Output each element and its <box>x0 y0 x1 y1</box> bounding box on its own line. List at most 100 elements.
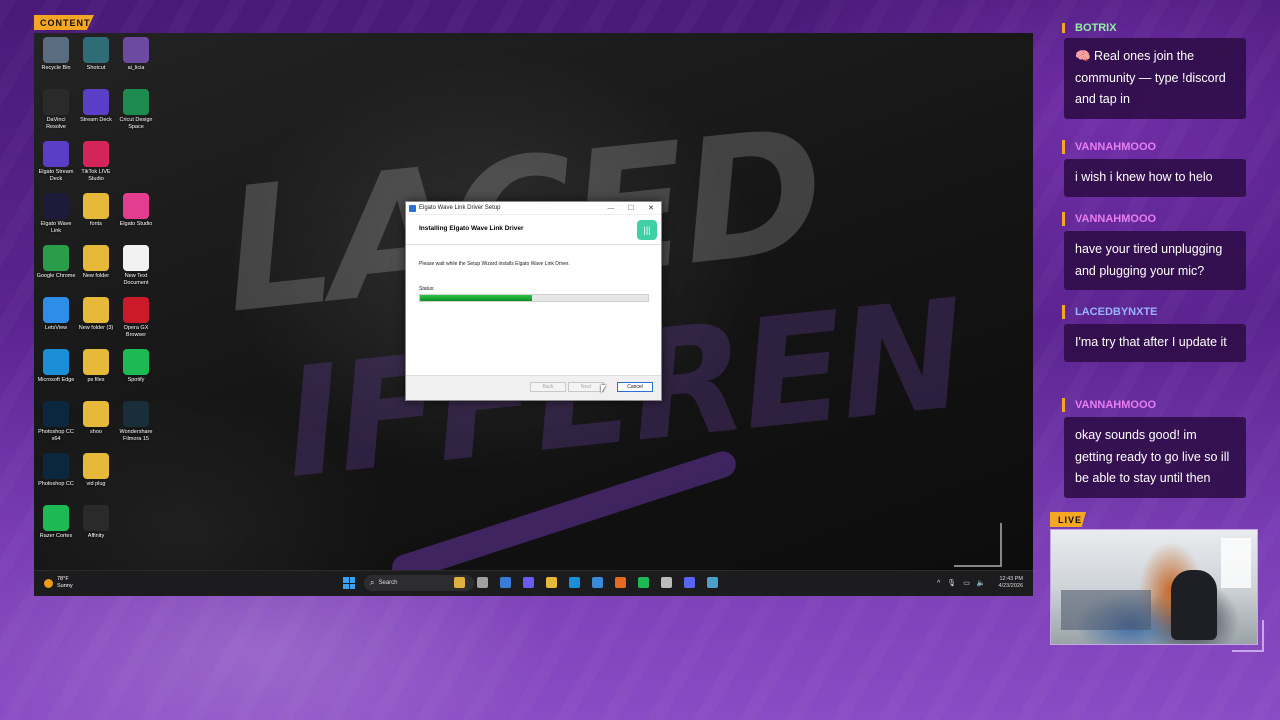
desktop-icon-label: Photoshop CC x64 <box>38 429 74 442</box>
text-document-icon <box>123 245 149 271</box>
desktop-icon[interactable]: DaVinci Resolve <box>36 89 76 131</box>
task-view-icon[interactable] <box>477 577 488 588</box>
copilot-icon[interactable] <box>523 577 534 588</box>
clock[interactable]: 12:43 PM 4/23/2026 <box>999 576 1023 590</box>
folder-icon <box>83 297 109 323</box>
desktop-icon[interactable]: vid plug <box>76 453 116 488</box>
installer-icon[interactable] <box>707 577 718 588</box>
chrome-icon <box>43 245 69 271</box>
file-explorer-icon[interactable] <box>546 577 557 588</box>
folder-icon <box>83 349 109 375</box>
chat-username: VANNAHMOOO <box>1062 212 1246 226</box>
desktop-icon[interactable]: Wondershare Filmora 15 <box>116 401 156 443</box>
affinity-icon <box>83 505 109 531</box>
desktop-icon[interactable]: Photoshop CC x64 <box>36 401 76 443</box>
settings-icon[interactable] <box>661 577 672 588</box>
desktop-icon[interactable]: Spotify <box>116 349 156 384</box>
store-icon[interactable] <box>592 577 603 588</box>
chat-message-text: i wish i knew how to helo <box>1064 159 1246 197</box>
cancel-button[interactable]: Cancel <box>617 382 653 392</box>
opera-gx-icon <box>123 297 149 323</box>
desktop-icon-label: shoo <box>90 429 102 435</box>
weather-widget[interactable]: 78°F Sunny <box>44 576 73 590</box>
desktop-icon[interactable]: Opera GX Browser <box>116 297 156 339</box>
davinci-resolve-icon <box>43 89 69 115</box>
desktop-icon[interactable]: Elgato Studio <box>116 193 156 228</box>
desktop-icon[interactable]: Photoshop CC <box>36 453 76 488</box>
desktop-icon-label: ps files <box>87 377 105 383</box>
desktop-icon-label: ai_licia <box>127 65 145 71</box>
desktop-icon[interactable]: Stream Deck <box>76 89 116 124</box>
firefox-icon[interactable] <box>615 577 626 588</box>
maximize-icon[interactable]: ☐ <box>621 204 641 212</box>
installer-window[interactable]: Elgato Wave Link Driver Setup — ☐ ✕ Inst… <box>405 201 662 401</box>
photoshop-icon <box>43 453 69 479</box>
desktop-icon[interactable]: New folder <box>76 245 116 280</box>
desktop-icon-label: Elgato Studio <box>119 221 153 227</box>
elgato-stream-deck-icon <box>43 141 69 167</box>
desktop-icon[interactable]: TikTok LIVE Studio <box>76 141 116 183</box>
edge-icon <box>43 349 69 375</box>
desktop-icon-label: Razer Cortex <box>39 533 73 539</box>
close-icon[interactable]: ✕ <box>641 204 661 212</box>
mouse-cursor-icon <box>601 385 606 393</box>
photoshop-icon <box>43 401 69 427</box>
stream-deck-icon[interactable] <box>500 577 511 588</box>
desktop-icon[interactable]: New Text Document <box>116 245 156 287</box>
desktop-icon[interactable]: Razer Cortex <box>36 505 76 540</box>
wave-link-logo-icon: ||| <box>637 220 657 240</box>
next-button[interactable]: Next <box>568 382 604 392</box>
tiktok-icon <box>83 141 109 167</box>
desktop-icon-label: Spotify <box>127 377 145 383</box>
desktop-icon-label: New Text Document <box>123 273 149 286</box>
chat-message-text: okay sounds good! im getting ready to go… <box>1064 417 1246 498</box>
spotify-icon <box>123 349 149 375</box>
desktop-icon[interactable]: ai_licia <box>116 37 156 72</box>
installer-body: Please wait while the Setup Wizard insta… <box>406 245 661 375</box>
desktop-icon[interactable]: Shotcut <box>76 37 116 72</box>
webcam-streamer <box>1171 570 1217 640</box>
weather-desc: Sunny <box>57 583 73 589</box>
desktop-icon-label: Photoshop CC <box>38 481 74 487</box>
desktop-icon[interactable]: Recycle Bin <box>36 37 76 72</box>
back-button[interactable]: Back <box>530 382 566 392</box>
volume-icon[interactable]: 🔈 <box>977 579 986 587</box>
microphone-icon[interactable]: 🎙 <box>947 579 956 587</box>
desktop-icon[interactable]: Elgato Stream Deck <box>36 141 76 183</box>
stream-deck-icon <box>83 89 109 115</box>
edge-icon[interactable] <box>569 577 580 588</box>
chevron-up-icon[interactable]: ^ <box>937 580 940 587</box>
desktop-icon-label: DaVinci Resolve <box>46 117 66 130</box>
desktop-icon-label: Cricut Design Space <box>119 117 153 130</box>
clock-time: 12:43 PM <box>999 576 1023 582</box>
installer-app-icon <box>409 204 416 212</box>
clock-date: 4/23/2026 <box>998 583 1023 589</box>
spotify-icon[interactable] <box>638 577 649 588</box>
chat-message-text: I'ma try that after I update it <box>1064 324 1246 362</box>
widgets-icon[interactable] <box>454 577 465 588</box>
network-icon[interactable]: ▭ <box>963 579 970 587</box>
desktop-icon-label: vid plug <box>86 481 106 487</box>
folder-icon <box>83 193 109 219</box>
desktop-icon[interactable]: Elgato Wave Link <box>36 193 76 235</box>
desktop-icon[interactable]: Cricut Design Space <box>116 89 156 131</box>
discord-icon[interactable] <box>684 577 695 588</box>
desktop-icon[interactable]: fonts <box>76 193 116 228</box>
desktop-icon[interactable]: ps files <box>76 349 116 384</box>
desktop-icon[interactable]: Google Chrome <box>36 245 76 280</box>
chat-message: LACEDBYNXTE I'ma try that after I update … <box>1062 305 1246 362</box>
desktop-icon-label: TikTok LIVE Studio <box>81 169 111 182</box>
desktop-icon[interactable]: LetsView <box>36 297 76 332</box>
wave-link-icon <box>43 193 69 219</box>
installer-titlebar[interactable]: Elgato Wave Link Driver Setup — ☐ ✕ <box>406 202 661 215</box>
desktop-icon[interactable]: Affinity <box>76 505 116 540</box>
start-button[interactable] <box>343 577 355 589</box>
desktop-icon[interactable]: shoo <box>76 401 116 436</box>
desktop-icon[interactable]: Microsoft Edge <box>36 349 76 384</box>
minimize-icon[interactable]: — <box>601 205 621 212</box>
desktop-icon-label: Wondershare Filmora 15 <box>119 429 153 442</box>
desktop-icon-label: Opera GX Browser <box>123 325 149 338</box>
desktop-icon[interactable]: New folder (3) <box>76 297 116 332</box>
installer-progress-fill <box>420 295 532 301</box>
desktop-icon-label: fonts <box>90 221 102 227</box>
